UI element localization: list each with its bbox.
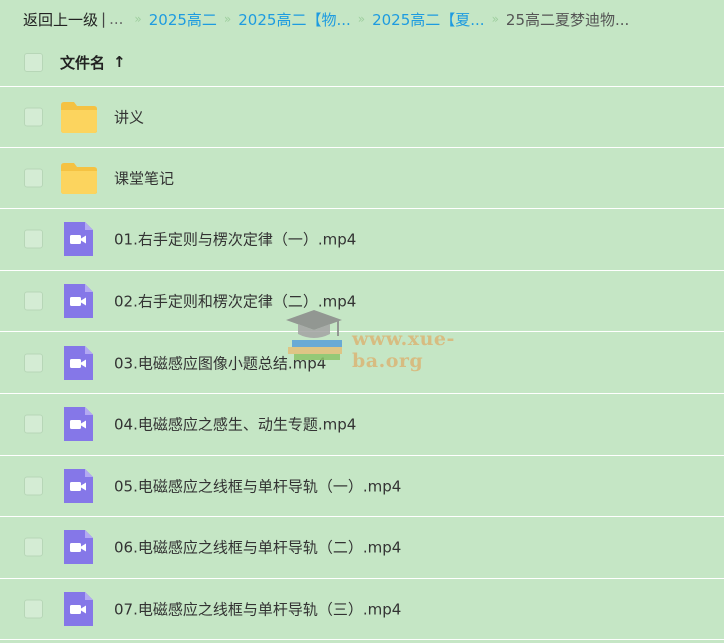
breadcrumb-ellipsis[interactable]: ...	[109, 10, 123, 28]
breadcrumb: 返回上一级 | ... » 2025高二 » 2025高二【物... » 202…	[0, 0, 724, 38]
folder-icon	[61, 101, 97, 133]
row-checkbox[interactable]	[24, 353, 43, 373]
file-list: 讲义 课堂笔记 01.右手定则与楞次定律（一）.mp4 02.右手定则和楞次定律…	[0, 86, 724, 641]
video-file-icon	[64, 284, 93, 319]
list-item[interactable]: 07.电磁感应之线框与单杆导轨（三）.mp4	[0, 579, 724, 641]
breadcrumb-separator: |	[101, 10, 107, 28]
breadcrumb-arrow-icon: »	[357, 12, 366, 26]
folder-icon	[61, 162, 97, 194]
breadcrumb-arrow-icon: »	[134, 12, 142, 26]
list-item[interactable]: 课堂笔记	[0, 148, 724, 210]
list-item[interactable]: 06.电磁感应之线框与单杆导轨（二）.mp4	[0, 517, 724, 579]
list-item[interactable]: 05.电磁感应之线框与单杆导轨（一）.mp4	[0, 456, 724, 518]
file-name[interactable]: 04.电磁感应之感生、动生专题.mp4	[114, 414, 356, 435]
video-file-icon	[64, 345, 93, 380]
file-name[interactable]: 06.电磁感应之线框与单杆导轨（二）.mp4	[114, 537, 401, 558]
video-file-icon	[64, 530, 93, 565]
video-file-icon	[64, 222, 93, 257]
select-all-checkbox[interactable]	[24, 52, 43, 72]
row-checkbox[interactable]	[24, 229, 43, 249]
file-name[interactable]: 课堂笔记	[114, 167, 174, 188]
breadcrumb-link[interactable]: 2025高二【物...	[238, 9, 350, 30]
file-name[interactable]: 05.电磁感应之线框与单杆导轨（一）.mp4	[114, 475, 401, 496]
row-checkbox[interactable]	[24, 168, 43, 188]
video-file-icon	[64, 407, 93, 442]
row-checkbox[interactable]	[24, 414, 43, 434]
file-name[interactable]: 讲义	[114, 106, 144, 127]
file-name[interactable]: 07.电磁感应之线框与单杆导轨（三）.mp4	[114, 599, 401, 620]
file-name[interactable]: 01.右手定则与楞次定律（一）.mp4	[114, 229, 356, 250]
row-checkbox[interactable]	[24, 291, 43, 311]
list-item[interactable]: 03.电磁感应图像小题总结.mp4	[0, 332, 724, 394]
breadcrumb-link[interactable]: 2025高二【夏...	[372, 9, 484, 30]
list-item[interactable]: 04.电磁感应之感生、动生专题.mp4	[0, 394, 724, 456]
arrow-up-icon[interactable]: ↑	[113, 53, 126, 71]
video-file-icon	[64, 592, 93, 627]
breadcrumb-link[interactable]: 2025高二	[149, 9, 217, 30]
breadcrumb-arrow-icon: »	[491, 12, 499, 26]
row-checkbox[interactable]	[24, 476, 43, 496]
breadcrumb-arrow-icon: »	[223, 12, 232, 26]
file-name[interactable]: 02.右手定则和楞次定律（二）.mp4	[114, 291, 356, 312]
list-item[interactable]: 讲义	[0, 86, 724, 148]
list-item[interactable]: 01.右手定则与楞次定律（一）.mp4	[0, 209, 724, 271]
filename-column-header[interactable]: 文件名 ↑	[60, 52, 126, 73]
file-name[interactable]: 03.电磁感应图像小题总结.mp4	[114, 352, 326, 373]
list-header: 文件名 ↑	[0, 38, 724, 86]
filename-column-label: 文件名	[60, 53, 106, 72]
row-checkbox[interactable]	[24, 107, 43, 127]
video-file-icon	[64, 468, 93, 503]
back-link[interactable]: 返回上一级	[23, 9, 98, 30]
row-checkbox[interactable]	[24, 599, 43, 619]
list-item[interactable]: 02.右手定则和楞次定律（二）.mp4	[0, 271, 724, 333]
row-checkbox[interactable]	[24, 537, 43, 557]
breadcrumb-current: 25高二夏梦迪物...	[505, 10, 630, 29]
